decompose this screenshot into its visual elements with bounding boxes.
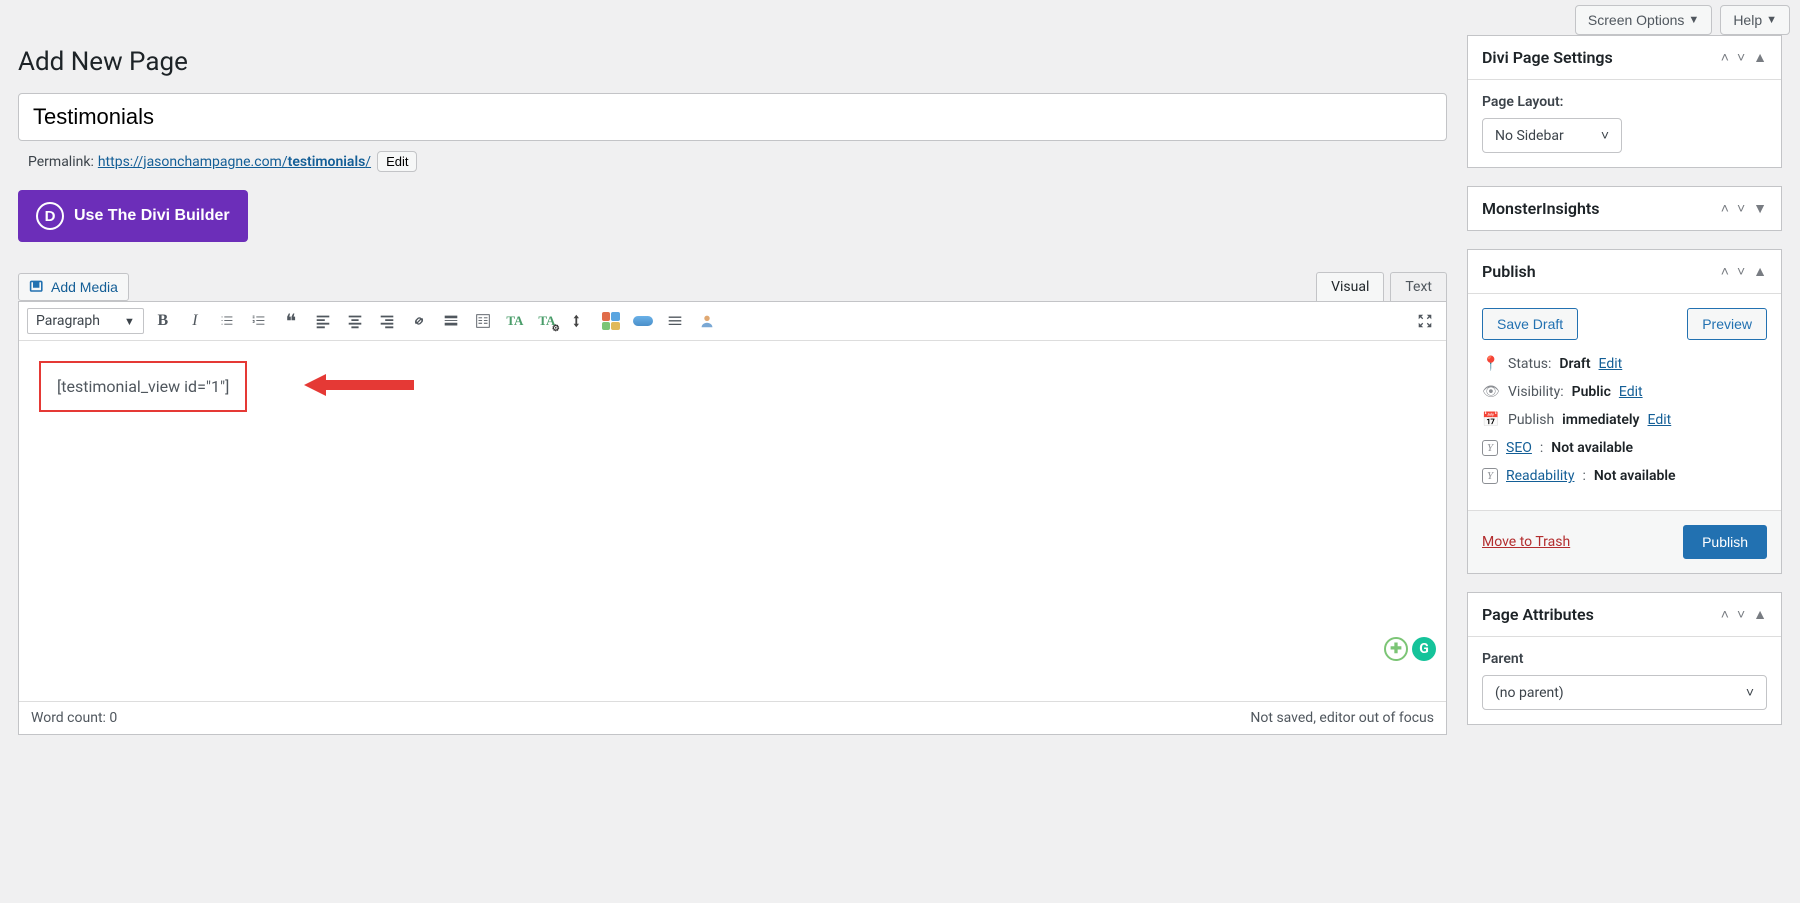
seo-value: Not available (1551, 440, 1633, 456)
page-layout-select[interactable]: No Sidebar ˅ (1482, 118, 1622, 153)
screen-options-label: Screen Options (1588, 12, 1685, 28)
fullscreen-button[interactable] (1412, 308, 1438, 334)
panel-monsterinsights: MonsterInsights ˄ ˅ ▼ (1467, 186, 1782, 231)
panel-up-icon[interactable]: ˄ (1721, 263, 1729, 280)
user-button[interactable] (694, 308, 720, 334)
panel-up-icon[interactable]: ˄ (1721, 200, 1729, 217)
help-button[interactable]: Help ▼ (1720, 5, 1790, 35)
caret-down-icon: ▼ (1766, 14, 1777, 26)
panel-up-icon[interactable]: ˄ (1721, 49, 1729, 66)
align-left-button[interactable] (310, 308, 336, 334)
panel-toggle-icon[interactable]: ▲ (1753, 606, 1767, 623)
blockquote-button[interactable]: ❝ (278, 308, 304, 334)
panel-down-icon[interactable]: ˅ (1737, 49, 1745, 66)
bold-button[interactable]: B (150, 308, 176, 334)
editor-content[interactable]: [testimonial_view id="1"] ✚ G (19, 341, 1446, 701)
column-button[interactable] (566, 308, 592, 334)
panel-title: Divi Page Settings (1482, 48, 1613, 67)
status-value: Draft (1559, 356, 1590, 372)
ta-cog-button[interactable]: TA⚙ (534, 308, 560, 334)
readability-link[interactable]: Readability (1506, 468, 1574, 484)
parent-label: Parent (1482, 651, 1767, 667)
add-media-button[interactable]: Add Media (18, 273, 129, 301)
permalink-label: Permalink: (28, 154, 94, 170)
eye-icon: 👁 (1482, 384, 1500, 400)
lines-button[interactable] (662, 308, 688, 334)
media-icon (29, 279, 45, 295)
panel-down-icon[interactable]: ˅ (1737, 200, 1745, 217)
edit-publish-link[interactable]: Edit (1648, 412, 1672, 428)
permalink-link[interactable]: https://jasonchampagne.com/testimonials/ (98, 154, 371, 170)
edit-slug-button[interactable]: Edit (377, 151, 417, 172)
preview-button[interactable]: Preview (1687, 308, 1767, 340)
visibility-value: Public (1572, 384, 1611, 400)
add-media-label: Add Media (51, 279, 118, 295)
yoast-icon: Y (1482, 440, 1498, 456)
toolbar-toggle-button[interactable] (470, 308, 496, 334)
read-more-button[interactable] (438, 308, 464, 334)
shortcode-highlight: [testimonial_view id="1"] (39, 361, 247, 412)
format-select[interactable]: Paragraph▼ (27, 308, 144, 334)
post-title-input[interactable] (18, 93, 1447, 141)
ta-button[interactable]: TA (502, 308, 528, 334)
screen-options-button[interactable]: Screen Options ▼ (1575, 5, 1712, 35)
page-layout-label: Page Layout: (1482, 94, 1767, 110)
divi-button-label: Use The Divi Builder (74, 207, 230, 225)
save-draft-button[interactable]: Save Draft (1482, 308, 1578, 340)
parent-select[interactable]: (no parent) ˅ (1482, 675, 1767, 710)
divi-logo-icon: D (36, 202, 64, 230)
panel-down-icon[interactable]: ˅ (1737, 606, 1745, 623)
publish-value: immediately (1562, 412, 1639, 428)
panel-up-icon[interactable]: ˄ (1721, 606, 1729, 623)
annotation-arrow-icon (304, 371, 414, 399)
caret-down-icon: ▼ (1688, 14, 1699, 26)
caret-down-icon: ▼ (124, 315, 135, 328)
numbered-list-button[interactable] (246, 308, 272, 334)
panel-title: Publish (1482, 262, 1536, 281)
chevron-down-icon: ˅ (1746, 684, 1754, 701)
editor-status: Not saved, editor out of focus (1250, 710, 1434, 726)
calendar-icon: 📅 (1482, 412, 1500, 428)
panel-title: Page Attributes (1482, 605, 1594, 624)
yoast-icon: Y (1482, 468, 1498, 484)
panel-page-attributes: Page Attributes ˄ ˅ ▲ Parent (no parent) ˅ (1467, 592, 1782, 725)
panel-publish: Publish ˄˅▲ Save Draft Preview 📍 Status:… (1467, 249, 1782, 574)
move-to-trash-link[interactable]: Move to Trash (1482, 534, 1570, 550)
help-label: Help (1733, 12, 1762, 28)
align-right-button[interactable] (374, 308, 400, 334)
panel-title: MonsterInsights (1482, 199, 1600, 218)
tab-text[interactable]: Text (1390, 272, 1447, 301)
align-center-button[interactable] (342, 308, 368, 334)
pill-button[interactable] (630, 308, 656, 334)
word-count: Word count: 0 (31, 710, 117, 726)
tab-visual[interactable]: Visual (1316, 272, 1384, 301)
seo-link[interactable]: SEO (1506, 440, 1532, 456)
pin-icon: 📍 (1482, 356, 1500, 372)
yoast-add-badge[interactable]: ✚ (1384, 637, 1408, 661)
chevron-down-icon: ˅ (1601, 127, 1609, 144)
link-button[interactable] (406, 308, 432, 334)
panel-divi-settings: Divi Page Settings ˄ ˅ ▲ Page Layout: No S… (1467, 35, 1782, 168)
page-title: Add New Page (18, 47, 1447, 77)
panel-toggle-icon[interactable]: ▲ (1753, 49, 1767, 66)
panel-toggle-icon[interactable]: ▼ (1753, 200, 1767, 217)
panel-down-icon[interactable]: ˅ (1737, 263, 1745, 280)
edit-visibility-link[interactable]: Edit (1619, 384, 1643, 400)
publish-button[interactable]: Publish (1683, 525, 1767, 559)
readability-value: Not available (1594, 468, 1676, 484)
edit-status-link[interactable]: Edit (1599, 356, 1623, 372)
bullet-list-button[interactable] (214, 308, 240, 334)
grammarly-badge[interactable]: G (1412, 637, 1436, 661)
italic-button[interactable]: I (182, 308, 208, 334)
permalink-row: Permalink: https://jasonchampagne.com/te… (28, 151, 1447, 172)
panel-toggle-icon[interactable]: ▲ (1753, 263, 1767, 280)
divi-builder-button[interactable]: D Use The Divi Builder (18, 190, 248, 242)
editor-box: Paragraph▼ B I ❝ TA TA⚙ (18, 301, 1447, 735)
color-grid-button[interactable] (598, 308, 624, 334)
